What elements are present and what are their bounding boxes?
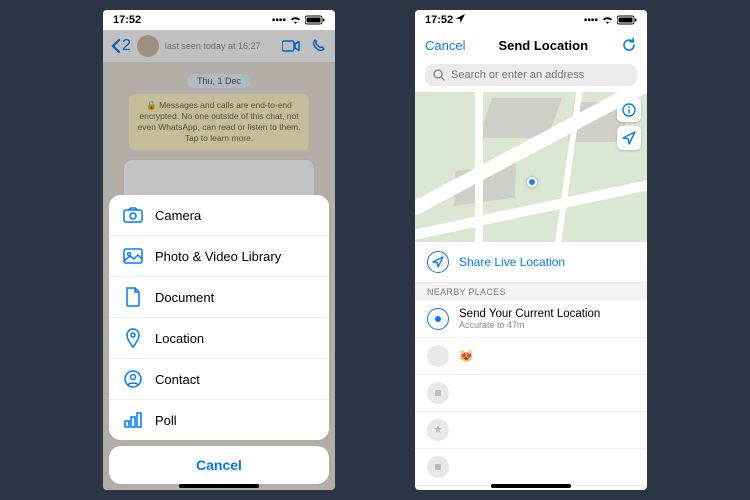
send-current-location[interactable]: Send Your Current Location Accurate to 4…: [415, 301, 647, 338]
status-icons: ▪▪▪▪: [584, 15, 637, 26]
current-location-accuracy: Accurate to 47m: [459, 320, 600, 330]
place-icon: [427, 456, 449, 478]
location-services-icon: [456, 14, 465, 23]
status-time: 17:52: [113, 14, 141, 26]
nearby-place[interactable]: 😻: [415, 338, 647, 375]
place-icon: [427, 345, 449, 367]
search-icon: [433, 69, 445, 81]
search-bar[interactable]: [425, 64, 637, 86]
action-sheet: Camera Photo & Video Library Document Lo…: [109, 195, 329, 484]
nearby-place[interactable]: [415, 375, 647, 412]
signal-icon: ▪▪▪▪: [584, 15, 598, 26]
signal-icon: ▪▪▪▪: [272, 15, 286, 26]
refresh-button[interactable]: [621, 37, 637, 53]
sheet-item-contact[interactable]: Contact: [109, 359, 329, 400]
sheet-label: Document: [155, 290, 214, 305]
battery-icon: [617, 15, 637, 25]
current-location-icon: [427, 308, 449, 330]
camera-icon: [123, 205, 143, 225]
nearby-place[interactable]: [415, 412, 647, 449]
sheet-item-photo[interactable]: Photo & Video Library: [109, 236, 329, 277]
current-location-dot: [527, 177, 537, 187]
page-title: Send Location: [498, 38, 588, 53]
location-icon: [123, 328, 143, 348]
location-header: Cancel Send Location: [415, 30, 647, 60]
sheet-label: Photo & Video Library: [155, 249, 281, 264]
map-info-button[interactable]: [617, 98, 641, 122]
cancel-button[interactable]: Cancel: [109, 446, 329, 484]
battery-icon: [305, 15, 325, 25]
poll-icon: [123, 410, 143, 430]
status-time: 17:52: [425, 14, 465, 26]
document-icon: [123, 287, 143, 307]
sheet-item-poll[interactable]: Poll: [109, 400, 329, 440]
place-icon: [427, 382, 449, 404]
sheet-label: Location: [155, 331, 204, 346]
search-input[interactable]: [451, 69, 629, 81]
live-location-label: Share Live Location: [459, 255, 565, 269]
sheet-label: Camera: [155, 208, 201, 223]
wifi-icon: [289, 15, 302, 25]
share-live-location[interactable]: Share Live Location: [415, 242, 647, 283]
home-indicator[interactable]: [179, 484, 259, 488]
photo-icon: [123, 246, 143, 266]
map-view[interactable]: [415, 92, 647, 242]
nearby-place[interactable]: [415, 449, 647, 486]
sheet-item-camera[interactable]: Camera: [109, 195, 329, 236]
current-location-title: Send Your Current Location: [459, 308, 600, 320]
cancel-button[interactable]: Cancel: [425, 38, 465, 53]
sheet-label: Contact: [155, 372, 200, 387]
place-label: 😻: [459, 349, 473, 363]
place-icon: [427, 419, 449, 441]
sheet-label: Poll: [155, 413, 177, 428]
wifi-icon: [601, 15, 614, 25]
section-header-nearby: NEARBY PLACES: [415, 283, 647, 301]
phone-chat-actionsheet: 17:52 ▪▪▪▪ 2 last seen today at 16:27 Th…: [103, 10, 335, 490]
phone-send-location: 17:52 ▪▪▪▪ Cancel Send Location: [415, 10, 647, 490]
sheet-item-document[interactable]: Document: [109, 277, 329, 318]
status-bar: 17:52 ▪▪▪▪: [103, 10, 335, 30]
recenter-button[interactable]: [617, 126, 641, 150]
sheet-item-location[interactable]: Location: [109, 318, 329, 359]
status-bar: 17:52 ▪▪▪▪: [415, 10, 647, 30]
contact-icon: [123, 369, 143, 389]
home-indicator[interactable]: [491, 484, 571, 488]
status-icons: ▪▪▪▪: [272, 15, 325, 26]
live-location-icon: [427, 251, 449, 273]
